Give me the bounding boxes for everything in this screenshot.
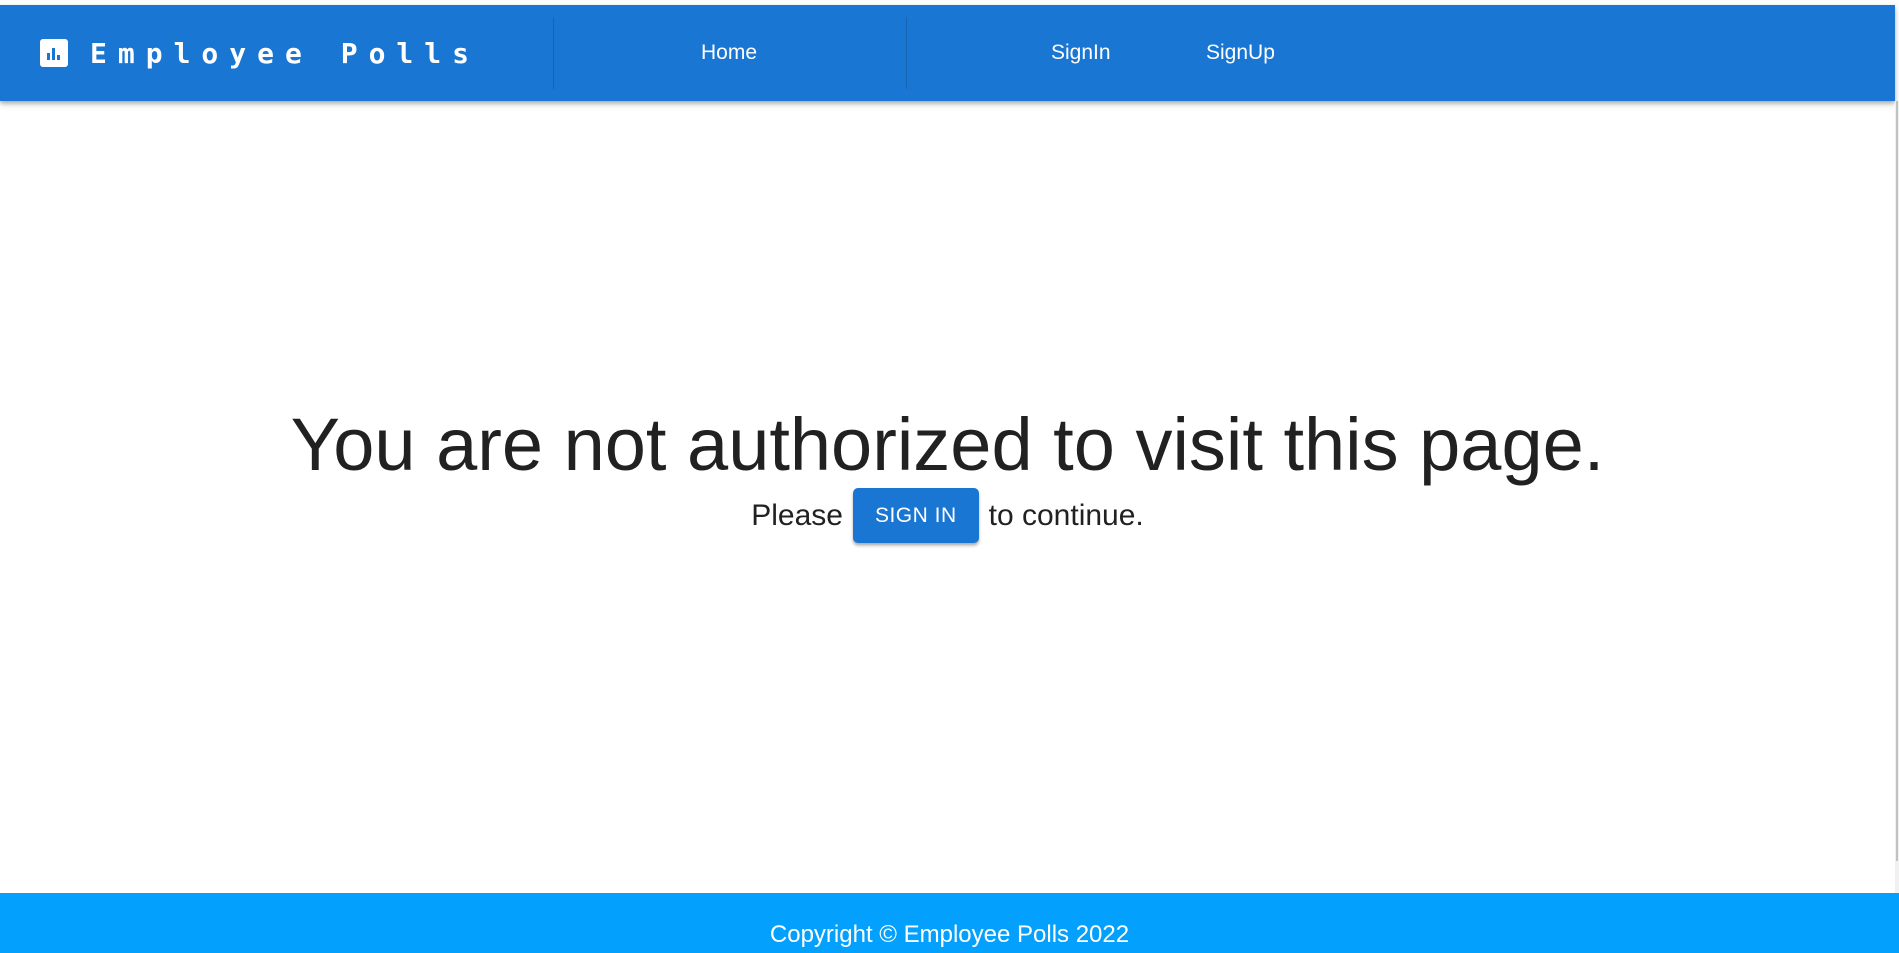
prompt-suffix: to continue. <box>988 498 1144 532</box>
unauthorized-heading: You are not authorized to visit this pag… <box>290 403 1605 486</box>
app-title: Employee Polls <box>90 36 481 70</box>
nav-divider <box>553 17 554 89</box>
nav-signup-link[interactable]: SignUp <box>1206 5 1275 101</box>
app-bar: Employee Polls Home SignIn SignUp <box>0 5 1895 101</box>
prompt-prefix: Please <box>751 498 843 532</box>
nav-home-link[interactable]: Home <box>701 5 757 101</box>
nav-divider <box>906 17 907 89</box>
footer-copyright: Copyright © Employee Polls 2022 <box>769 921 1130 948</box>
brand[interactable]: Employee Polls <box>40 5 480 101</box>
scrollbar-thumb[interactable] <box>1896 101 1898 861</box>
footer: Copyright © Employee Polls 2022 <box>0 893 1899 953</box>
main-content: You are not authorized to visit this pag… <box>0 101 1895 893</box>
nav-signin-link[interactable]: SignIn <box>1051 5 1111 101</box>
bar-chart-icon <box>40 39 68 67</box>
signin-button[interactable]: SIGN IN <box>852 488 979 543</box>
signin-prompt: Please SIGN IN to continue. <box>0 488 1895 543</box>
